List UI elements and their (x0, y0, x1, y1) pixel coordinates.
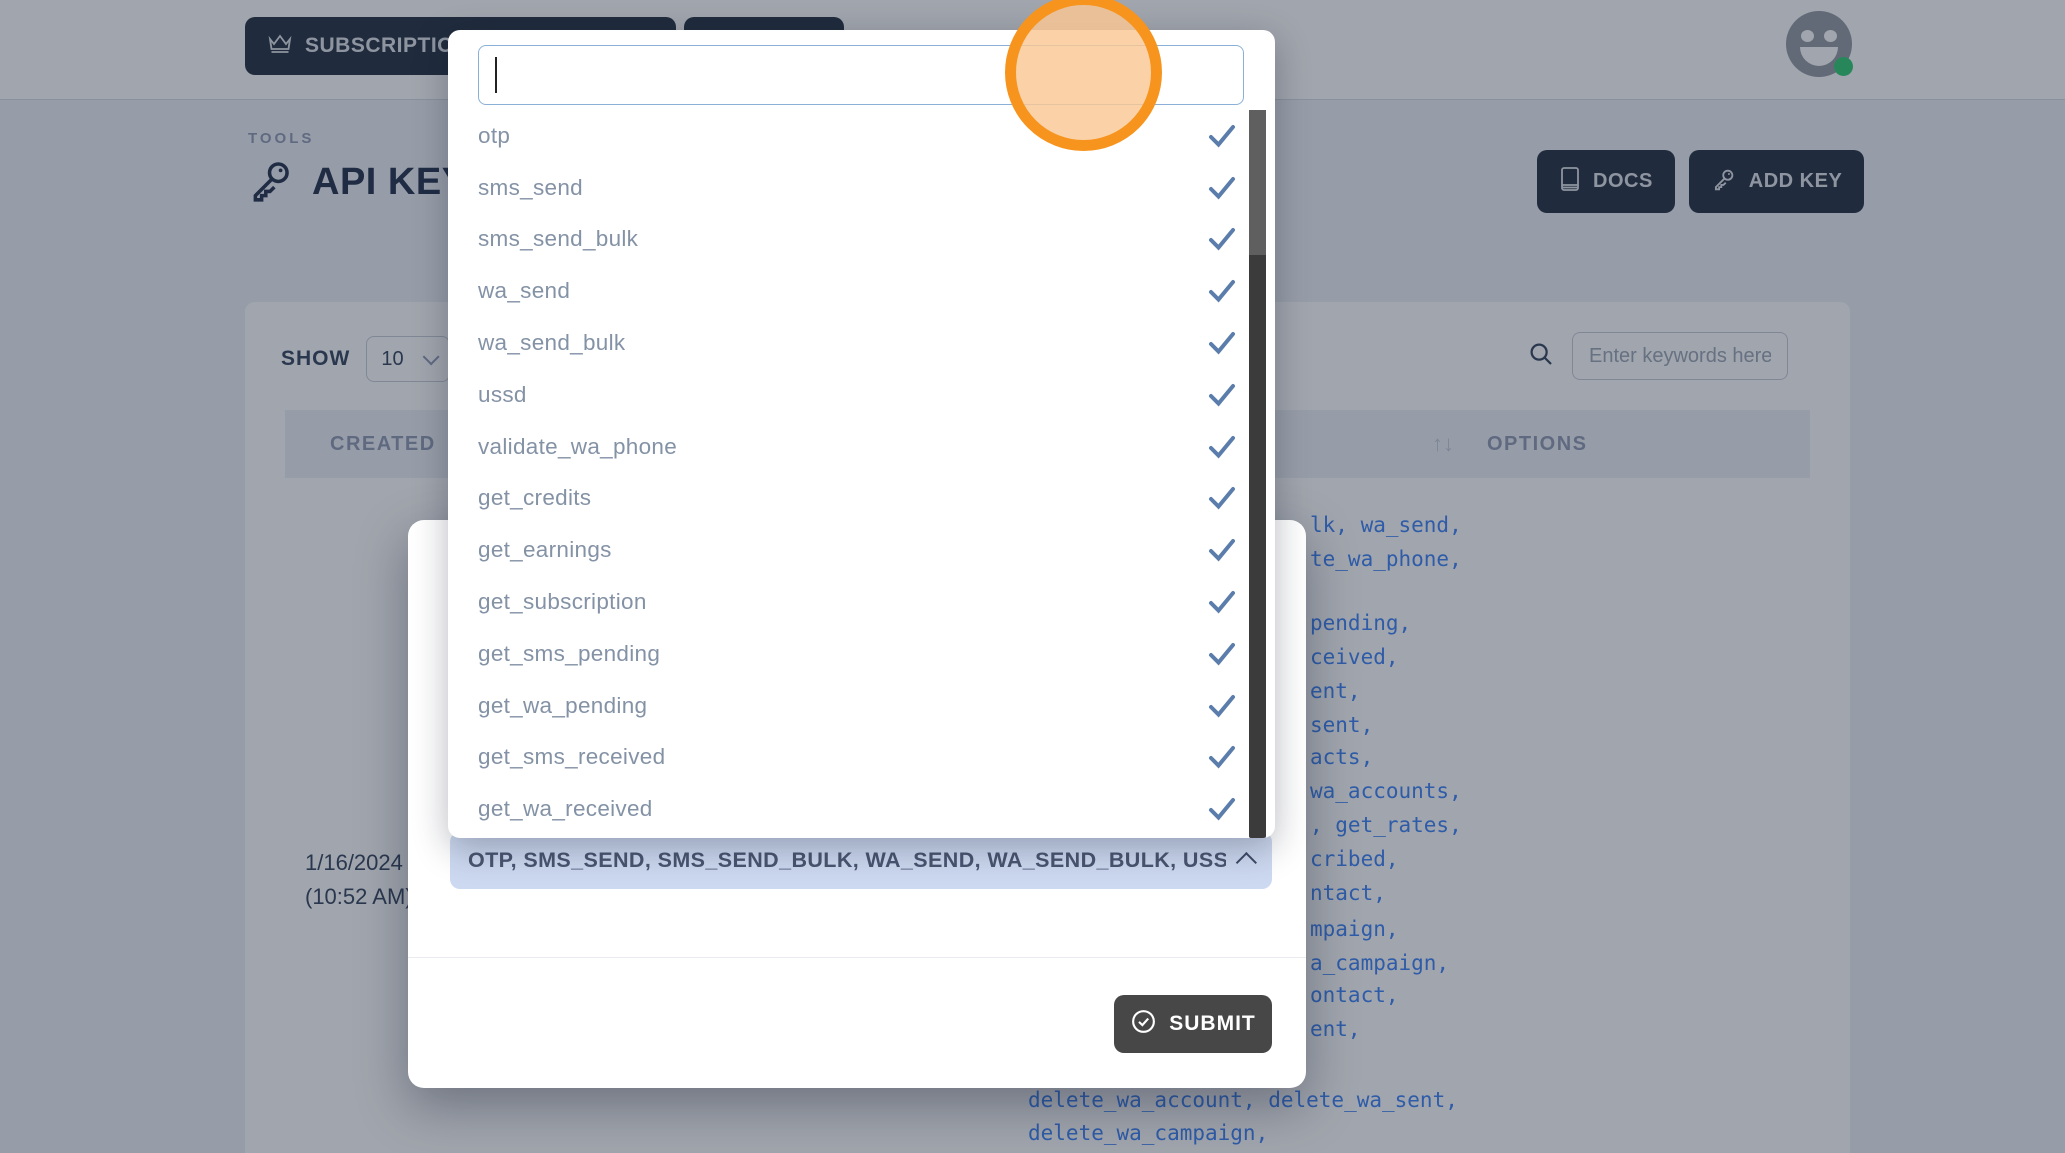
permission-option[interactable]: get_subscription (448, 576, 1275, 628)
permission-option[interactable]: sms_send_bulk (448, 214, 1275, 266)
permission-option-label: ussd (478, 382, 527, 408)
check-icon (1207, 537, 1237, 563)
permission-option-label: get_credits (478, 485, 591, 511)
check-icon (1207, 485, 1237, 511)
permission-option[interactable]: ussd (448, 369, 1275, 421)
check-icon (1207, 226, 1237, 252)
check-icon (1207, 434, 1237, 460)
check-icon (1207, 641, 1237, 667)
permission-option-label: sms_send_bulk (478, 226, 638, 252)
selected-permissions-value: OTP, SMS_SEND, SMS_SEND_BULK, WA_SEND, W… (468, 848, 1226, 873)
permissions-dropdown-panel: otp sms_send sms_send_bulk wa_send (448, 30, 1275, 838)
check-icon (1207, 693, 1237, 719)
permission-option-label: wa_send (478, 278, 570, 304)
submit-button[interactable]: SUBMIT (1114, 995, 1272, 1053)
submit-button-label: SUBMIT (1169, 1012, 1256, 1036)
permission-option-label: validate_wa_phone (478, 434, 677, 460)
permission-option-label: get_subscription (478, 589, 647, 615)
scrollbar-thumb[interactable] (1249, 110, 1266, 255)
permission-option[interactable]: validate_wa_phone (448, 421, 1275, 473)
permission-option[interactable]: otp (448, 110, 1275, 162)
check-icon (1207, 123, 1237, 149)
permission-option-label: get_sms_pending (478, 641, 660, 667)
permission-option[interactable]: wa_send_bulk (448, 317, 1275, 369)
dropdown-scrollbar[interactable] (1249, 110, 1266, 838)
permission-option[interactable]: sms_send (448, 162, 1275, 214)
permissions-multiselect-trigger[interactable]: OTP, SMS_SEND, SMS_SEND_BULK, WA_SEND, W… (450, 832, 1272, 889)
option-filter-input[interactable] (478, 45, 1244, 105)
check-icon (1207, 278, 1237, 304)
permission-option[interactable]: get_sms_received (448, 732, 1275, 784)
permission-option[interactable]: get_wa_received (448, 783, 1275, 835)
modal-footer-divider (408, 957, 1306, 958)
permission-option-label: get_wa_pending (478, 693, 647, 719)
permission-option[interactable]: wa_send (448, 265, 1275, 317)
option-list: otp sms_send sms_send_bulk wa_send (448, 110, 1275, 838)
check-icon (1207, 175, 1237, 201)
permission-option-label: get_wa_received (478, 796, 653, 822)
permission-option[interactable]: get_credits (448, 473, 1275, 525)
permission-option-label: otp (478, 123, 510, 149)
check-icon (1207, 744, 1237, 770)
check-circle-icon (1130, 1008, 1157, 1041)
check-icon (1207, 382, 1237, 408)
permission-option-label: wa_send_bulk (478, 330, 625, 356)
check-icon (1207, 330, 1237, 356)
permission-option[interactable]: get_wa_pending (448, 680, 1275, 732)
check-icon (1207, 589, 1237, 615)
permission-option[interactable]: get_earnings (448, 524, 1275, 576)
chevron-up-icon (1236, 852, 1257, 873)
permission-option-label: get_earnings (478, 537, 612, 563)
permission-option-label: get_sms_received (478, 744, 665, 770)
check-icon (1207, 796, 1237, 822)
permission-option-label: sms_send (478, 175, 583, 201)
text-caret (495, 57, 497, 93)
permission-option[interactable]: get_sms_pending (448, 628, 1275, 680)
